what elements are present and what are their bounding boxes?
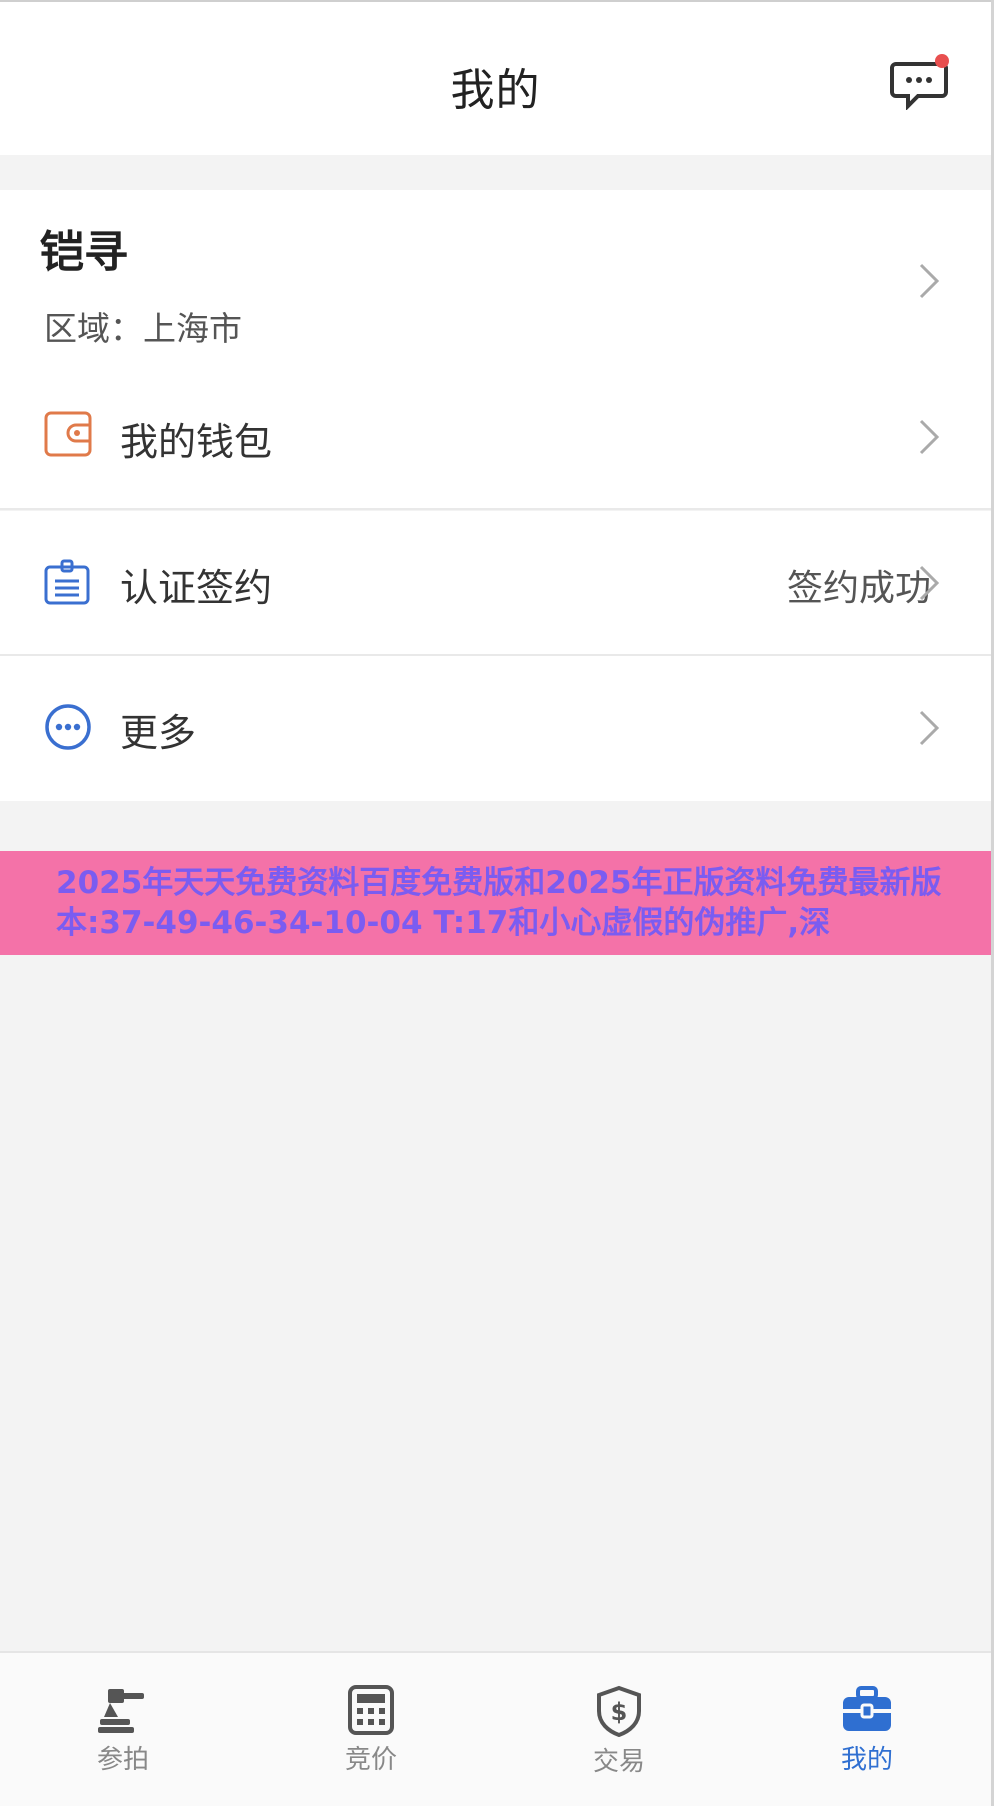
certification-status: 签约成功 [786,568,931,609]
tab-label: 参拍 [96,1745,149,1775]
menu-label-more: 更多 [120,711,197,755]
menu-label-certification: 认证签约 [120,566,273,610]
banner-text: 2025年天天免费资料百度免费版和2025年正版资料免费最新版本:37-49-4… [56,865,942,941]
tab-participate[interactable]: 参拍 [63,1685,183,1776]
chevron-right-icon [919,565,940,601]
menu-item-certification[interactable]: 认证签约 签约成功 [0,511,991,656]
top-bar: 我的 [0,0,991,155]
briefcase-icon [843,1686,891,1731]
menu-item-wallet[interactable]: 我的钱包 [0,365,991,510]
svg-text:$: $ [611,1698,628,1726]
notification-badge [935,54,949,68]
promo-banner[interactable]: 2025年天天免费资料百度免费版和2025年正版资料免费最新版本:37-49-4… [0,851,991,955]
tab-mine[interactable]: 我的 [807,1685,927,1776]
chevron-right-icon [919,419,940,455]
tab-trade[interactable]: $ 交易 [559,1685,679,1778]
tab-label: 交易 [592,1747,645,1777]
user-name: 铠寻 [40,227,128,278]
tab-label: 我的 [840,1745,893,1775]
bottom-tab-bar: 参拍 竞价 $ 交易 我的 [0,1651,991,1806]
wallet-icon [44,411,92,457]
page-title: 我的 [450,65,541,116]
menu-label-wallet: 我的钱包 [120,420,273,464]
tab-bidding[interactable]: 竞价 [311,1685,431,1776]
menu-item-more[interactable]: 更多 [0,656,991,801]
message-icon[interactable] [890,52,950,110]
gavel-icon [98,1689,144,1733]
user-region: 区域：上海市 [44,309,242,348]
chevron-right-icon [919,263,940,299]
divider [0,508,991,510]
calculator-icon [348,1685,394,1735]
more-icon [45,704,91,750]
dollar-shield-icon: $ [597,1685,641,1737]
tab-label: 竞价 [344,1745,397,1775]
badge-document-icon [44,559,90,605]
chevron-right-icon [919,710,940,746]
